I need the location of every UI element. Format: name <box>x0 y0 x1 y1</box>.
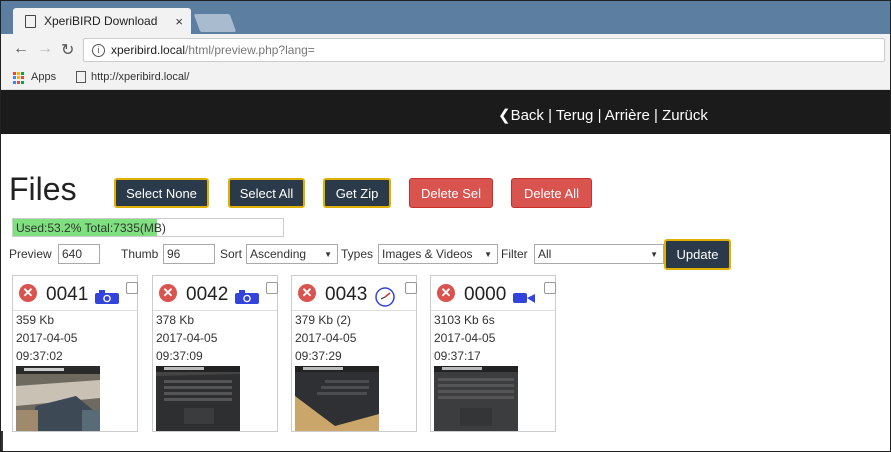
file-number: 0042 <box>186 284 229 305</box>
update-button[interactable]: Update <box>664 239 731 270</box>
page-title: Files <box>9 171 77 207</box>
browser-toolbar: ← → ↻ i xperibird.local/html/preview.php… <box>1 34 890 66</box>
file-card: ✕ 0000 3103 Kb 6s 2017-04-05 09:37:17 <box>430 275 556 432</box>
camera-icon <box>95 290 119 304</box>
sort-select[interactable]: Ascending ▼ <box>246 244 338 264</box>
file-date: 2017-04-05 <box>16 331 78 345</box>
select-checkbox[interactable] <box>405 282 417 294</box>
file-date: 2017-04-05 <box>156 331 218 345</box>
file-card: ✕ 0042 378 Kb 2017-04-05 09:37:09 <box>152 275 278 432</box>
file-date: 2017-04-05 <box>295 331 357 345</box>
delete-icon[interactable]: ✕ <box>159 284 177 302</box>
file-time: 09:37:02 <box>16 349 63 363</box>
select-checkbox[interactable] <box>126 282 138 294</box>
browser-window: XperiBIRD Download × ← → ↻ i xperibird.l… <box>0 0 891 452</box>
file-size: 379 Kb (2) <box>295 313 352 327</box>
divider <box>13 310 137 311</box>
file-size: 3103 Kb 6s <box>434 313 495 327</box>
timelapse-icon <box>375 287 395 307</box>
sort-label: Sort <box>220 247 243 261</box>
reload-icon[interactable]: ↻ <box>61 40 74 60</box>
bookmark-xperibird[interactable]: http://xperibird.local/ <box>91 71 189 83</box>
select-all-button[interactable]: Select All <box>228 178 305 208</box>
divider <box>292 310 416 311</box>
file-number: 0000 <box>464 284 507 305</box>
file-card: ✕ 0041 359 Kb 2017-04-05 09:37:02 <box>12 275 138 432</box>
bookmark-apps[interactable]: Apps <box>31 71 56 83</box>
divider <box>431 310 555 311</box>
file-date: 2017-04-05 <box>434 331 496 345</box>
file-card: ✕ 0043 379 Kb (2) 2017-04-05 09:37:29 <box>291 275 417 432</box>
url-host: xperibird.local <box>111 43 186 57</box>
delete-icon[interactable]: ✕ <box>298 284 316 302</box>
file-thumbnail[interactable] <box>434 366 518 431</box>
thumb-label: Thumb <box>121 247 159 261</box>
url-path: /html/preview.php?lang= <box>185 43 315 57</box>
delete-selected-button[interactable]: Delete Sel <box>409 178 493 208</box>
info-icon[interactable]: i <box>92 43 105 57</box>
new-tab-button[interactable] <box>193 14 237 32</box>
file-thumbnail[interactable] <box>16 366 100 431</box>
video-camera-icon <box>513 293 535 303</box>
types-label: Types <box>341 247 374 261</box>
file-number: 0041 <box>46 284 89 305</box>
address-bar[interactable]: i xperibird.local/html/preview.php?lang= <box>83 38 885 62</box>
tab-strip: XperiBIRD Download × <box>1 1 890 34</box>
thumb-size-input[interactable]: 96 <box>163 244 215 264</box>
file-time: 09:37:17 <box>434 349 481 363</box>
file-size: 359 Kb <box>16 313 55 327</box>
tab-title: XperiBIRD Download <box>44 14 158 28</box>
chevron-down-icon: ▼ <box>484 249 492 259</box>
file-time: 09:37:09 <box>156 349 203 363</box>
forward-arrow-icon[interactable]: → <box>37 40 53 58</box>
file-time: 09:37:29 <box>295 349 342 363</box>
preview-label: Preview <box>9 247 52 261</box>
select-checkbox[interactable] <box>266 282 278 294</box>
sort-select-value: Ascending <box>250 247 307 261</box>
filter-select[interactable]: All ▼ <box>534 244 664 264</box>
delete-icon[interactable]: ✕ <box>437 284 455 302</box>
delete-icon[interactable]: ✕ <box>19 284 37 302</box>
select-none-button[interactable]: Select None <box>114 178 209 208</box>
delete-all-button[interactable]: Delete All <box>511 178 592 208</box>
apps-grid-icon[interactable] <box>13 72 25 84</box>
filter-label: Filter <box>501 247 528 261</box>
types-select[interactable]: Images & Videos ▼ <box>378 244 498 264</box>
page-icon <box>25 14 36 28</box>
types-select-value: Images & Videos <box>382 247 473 261</box>
file-size: 378 Kb <box>156 313 195 327</box>
storage-usage-text: Used:53.2% Total:7335(MB) <box>16 221 166 235</box>
preview-size-input[interactable]: 640 <box>58 244 100 264</box>
browser-tab[interactable]: XperiBIRD Download × <box>13 8 191 34</box>
chevron-down-icon: ▼ <box>324 249 332 259</box>
filter-select-value: All <box>538 247 552 261</box>
camera-icon <box>235 290 259 304</box>
top-nav-bar: ❮Back | Terug | Arrière | Zurück <box>1 90 890 134</box>
chevron-down-icon: ▼ <box>650 249 658 259</box>
file-thumbnail[interactable] <box>156 366 240 431</box>
divider <box>153 310 277 311</box>
storage-usage-bar: Used:53.2% Total:7335(MB) <box>12 218 284 237</box>
select-checkbox[interactable] <box>544 282 556 294</box>
back-arrow-icon[interactable]: ← <box>13 40 29 58</box>
get-zip-button[interactable]: Get Zip <box>323 178 391 208</box>
file-number: 0043 <box>325 284 368 305</box>
back-link[interactable]: ❮Back | Terug | Arrière | Zurück <box>498 106 708 124</box>
file-thumbnail[interactable] <box>295 366 379 431</box>
bookmarks-bar: Apps http://xperibird.local/ <box>1 66 890 90</box>
divider <box>1 431 3 451</box>
tab-close-icon[interactable]: × <box>175 14 183 29</box>
bookmark-page-icon <box>76 71 86 83</box>
